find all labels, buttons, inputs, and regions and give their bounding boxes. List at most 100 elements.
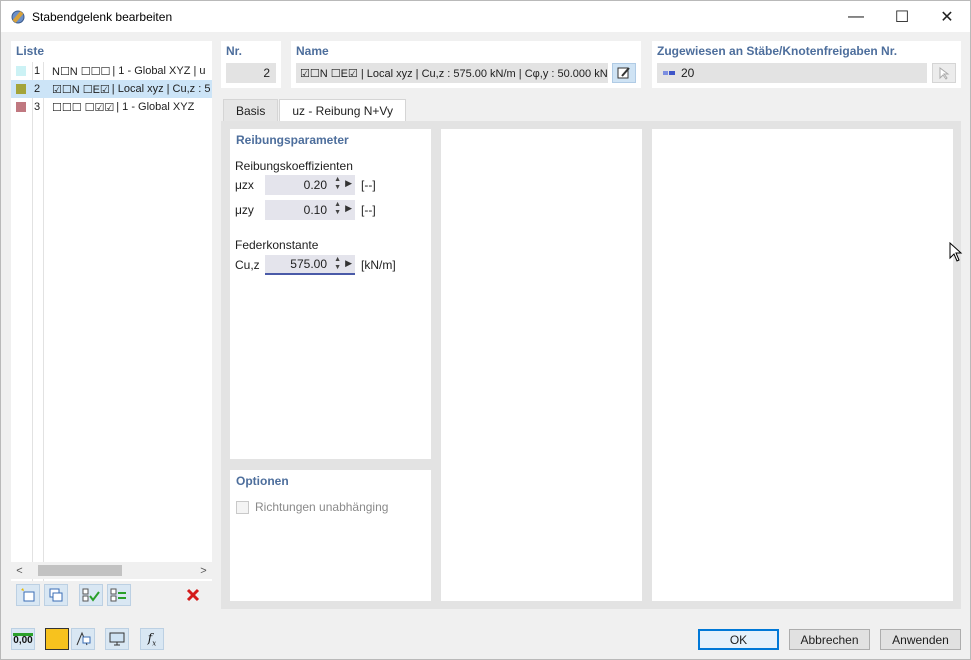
select-members-button[interactable] (932, 63, 956, 83)
cancel-button[interactable]: Abbrechen (789, 629, 870, 650)
formula-button[interactable]: fx (140, 628, 164, 650)
name-box: Name ☑☐N ☐E☑ | Local xyz | Cu,z : 575.00… (291, 41, 641, 88)
tab-basis[interactable]: Basis (223, 99, 279, 121)
color-swatch (16, 102, 26, 112)
structure-icon (76, 631, 91, 646)
list-item-label: | 1 - Global XYZ | u (112, 65, 206, 77)
title-bar: Stabendgelenk bearbeiten — ☐ ✕ (1, 1, 970, 32)
assigned-header: Zugewiesen an Stäbe/Knotenfreigaben Nr. (657, 44, 898, 58)
spin-updown-icon[interactable]: ▲ ▼ (334, 201, 341, 217)
coef-label: Reibungskoeffizienten (235, 159, 353, 173)
independent-directions-checkbox[interactable]: Richtungen unabhänging (236, 500, 388, 514)
edit-name-button[interactable] (612, 63, 636, 83)
edit-pencil-icon (617, 67, 630, 79)
list-item-number: 1 (34, 65, 41, 77)
list-divider (32, 62, 33, 592)
mu-zy-input[interactable]: 0.10 ▲ ▼ ▶ (265, 200, 355, 220)
cuz-unit: [kN/m] (361, 258, 396, 272)
checkbox-box[interactable] (236, 500, 249, 514)
nr-header: Nr. (226, 44, 243, 58)
close-button[interactable]: ✕ (924, 1, 970, 32)
middle-panel (441, 129, 642, 601)
mu-zx-label: μzx (235, 178, 254, 192)
spin-arrow-icon[interactable]: ▶ (345, 178, 352, 189)
display-button[interactable] (105, 628, 129, 650)
color-button[interactable] (45, 628, 69, 650)
tab-content: Reibungsparameter Reibungskoeffizienten … (221, 121, 961, 609)
list-item[interactable]: 1 N☐N ☐☐☐ | 1 - Global XYZ | u (11, 62, 212, 80)
copy-icon (49, 588, 63, 602)
app-icon (11, 10, 25, 23)
list-item-label: | 1 - Global XYZ (116, 101, 195, 113)
new-item-icon (21, 588, 35, 602)
mu-zx-row: μzx 0.20 ▲ ▼ ▶ [--] (235, 175, 425, 195)
list-item[interactable]: 3 ☐☐☐ ☐☑☑ | 1 - Global XYZ (11, 98, 212, 116)
ok-button[interactable]: OK (698, 629, 779, 650)
formula-icon: fx (147, 630, 157, 648)
scroll-left-icon[interactable]: < (11, 565, 28, 577)
scroll-track[interactable] (28, 563, 195, 578)
new-item-button[interactable] (16, 584, 40, 606)
list-item[interactable]: 2 ☑☐N ☐E☑ | Local xyz | Cu,z : 5 (11, 80, 212, 98)
spin-updown-icon[interactable]: ▲ ▼ (334, 176, 341, 192)
minimize-button[interactable]: — (833, 1, 879, 32)
spin-arrow-icon[interactable]: ▶ (345, 258, 352, 269)
delete-button[interactable] (181, 584, 205, 606)
list-header: Liste (16, 44, 45, 58)
list-item-checks: ☐☐☐ ☐☑☑ (52, 101, 115, 114)
scroll-right-icon[interactable]: > (195, 565, 212, 577)
list-item-label: | Local xyz | Cu,z : 5 (111, 83, 211, 95)
mu-zy-row: μzy 0.10 ▲ ▼ ▶ [--] (235, 200, 425, 220)
dialog-window: Stabendgelenk bearbeiten — ☐ ✕ Liste 1 N… (0, 0, 971, 660)
monitor-icon (109, 632, 125, 646)
cuz-input[interactable]: 575.00 ▲ ▼ ▶ (265, 255, 355, 275)
spin-updown-icon[interactable]: ▲ ▼ (334, 256, 341, 272)
tab-bar: Basis uz - Reibung N+Vy (223, 99, 407, 121)
name-field[interactable]: ☑☐N ☐E☑ | Local xyz | Cu,z : 575.00 kN/m… (296, 63, 608, 83)
pick-cursor-icon (939, 67, 950, 80)
mouse-cursor-icon (949, 242, 963, 262)
list-rows: 1 N☐N ☐☐☐ | 1 - Global XYZ | u 2 ☑☐N ☐E☑… (11, 62, 212, 116)
cuz-label: Cu,z (235, 258, 260, 272)
assigned-field[interactable]: 20 (657, 63, 927, 83)
friction-section-title: Reibungsparameter (236, 133, 349, 147)
model-view-button[interactable] (71, 628, 95, 650)
spin-arrow-icon[interactable]: ▶ (345, 203, 352, 214)
list-item-number: 3 (34, 101, 41, 113)
check-all-button[interactable] (79, 584, 103, 606)
check-toggle-button[interactable] (107, 584, 131, 606)
nr-field[interactable]: 2 (226, 63, 276, 83)
list-divider (43, 62, 44, 592)
mu-zx-unit: [--] (361, 178, 376, 192)
nr-box: Nr. 2 (221, 41, 281, 88)
delete-icon (186, 588, 200, 602)
check-toggle-icon (110, 588, 126, 602)
assigned-value: 20 (681, 66, 695, 80)
options-panel: Optionen Richtungen unabhänging (230, 470, 431, 601)
horizontal-scrollbar[interactable]: < > (11, 562, 212, 579)
options-section-title: Optionen (236, 474, 289, 488)
list-toolbar (11, 581, 212, 609)
list-item-checks: ☑☐N ☐E☑ (52, 83, 110, 96)
list-item-checks: N☐N ☐☐☐ (52, 65, 111, 78)
list-panel: Liste 1 N☐N ☐☐☐ | 1 - Global XYZ | u 2 ☑… (11, 41, 212, 609)
graphic-panel (652, 129, 953, 601)
independent-directions-label: Richtungen unabhänging (255, 500, 389, 514)
scroll-thumb[interactable] (38, 565, 122, 576)
list-item-number: 2 (34, 83, 41, 95)
mu-zy-unit: [--] (361, 203, 376, 217)
units-icon: 0,00 (13, 632, 33, 646)
maximize-button[interactable]: ☐ (879, 1, 925, 32)
member-icon (663, 71, 675, 75)
apply-button[interactable]: Anwenden (880, 629, 961, 650)
window-title: Stabendgelenk bearbeiten (32, 9, 173, 24)
color-swatch (16, 84, 26, 94)
mu-zx-input[interactable]: 0.20 ▲ ▼ ▶ (265, 175, 355, 195)
copy-item-button[interactable] (44, 584, 68, 606)
name-header: Name (296, 44, 329, 58)
mu-zy-label: μzy (235, 203, 254, 217)
tab-friction[interactable]: uz - Reibung N+Vy (279, 99, 406, 121)
friction-panel: Reibungsparameter Reibungskoeffizienten … (230, 129, 431, 459)
color-swatch (16, 66, 26, 76)
units-button[interactable]: 0,00 (11, 628, 35, 650)
